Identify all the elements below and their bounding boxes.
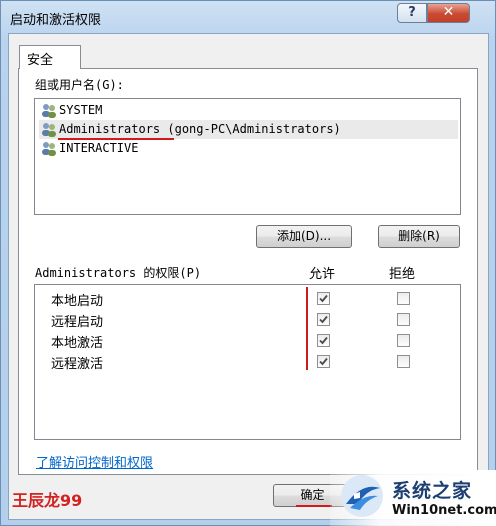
list-item-interactive[interactable]: INTERACTIVE: [39, 139, 458, 158]
access-control-help-link[interactable]: 了解访问控制和权限: [36, 452, 153, 471]
window-title: 启动和激活权限: [10, 13, 102, 28]
allow-checkbox[interactable]: [317, 313, 330, 326]
annotation-underline: [58, 138, 174, 140]
title-bar[interactable]: 启动和激活权限 ? ✕: [1, 1, 495, 35]
check-icon: [319, 294, 328, 303]
permission-name: 本地激活: [51, 336, 104, 351]
tab-security[interactable]: 安全: [19, 45, 81, 69]
help-icon: ?: [408, 5, 416, 20]
permission-row: 本地激活: [35, 330, 460, 351]
check-icon: [319, 357, 328, 366]
deny-header: 拒绝: [389, 267, 416, 282]
deny-checkbox[interactable]: [397, 355, 410, 368]
users-icon: [42, 123, 56, 137]
allow-checkbox[interactable]: [317, 355, 330, 368]
permission-row: 远程激活: [35, 351, 460, 372]
permissions-table: 本地启动 远程启动 本地激活 远程激活: [34, 284, 461, 440]
close-icon: ✕: [442, 4, 455, 20]
remove-button[interactable]: 删除(R): [378, 225, 460, 248]
permissions-title: Administrators 的权限(P): [35, 266, 202, 280]
help-button[interactable]: ?: [397, 3, 427, 23]
allow-checkbox[interactable]: [317, 334, 330, 347]
users-icon: [42, 142, 56, 156]
list-item-administrators[interactable]: Administrators (gong-PC\Administrators): [39, 120, 458, 139]
list-item-system[interactable]: SYSTEM: [39, 101, 458, 120]
author-watermark: 王辰龙99: [12, 491, 83, 510]
groups-label: 组或用户名(G):: [35, 78, 124, 92]
permission-name: 本地启动: [51, 294, 104, 309]
annotation-vertical-line: [306, 287, 308, 370]
permission-row: 远程启动: [35, 309, 460, 330]
brand-name: 系统之家: [392, 480, 473, 502]
ok-annotation-underline: [296, 505, 332, 507]
close-button[interactable]: ✕: [427, 3, 470, 23]
allow-header: 允许: [309, 267, 336, 282]
check-icon: [319, 315, 328, 324]
permission-name: 远程启动: [51, 315, 104, 330]
list-item-detail: (gong-PC\Administrators): [160, 122, 341, 136]
deny-checkbox[interactable]: [397, 334, 410, 347]
add-button[interactable]: 添加(D)...: [256, 225, 352, 248]
allow-checkbox[interactable]: [317, 292, 330, 305]
list-item-name: INTERACTIVE: [59, 141, 139, 155]
list-item-name: Administrators: [59, 122, 161, 136]
deny-checkbox[interactable]: [397, 313, 410, 326]
site-watermark: 系统之家 Win10net.com: [330, 470, 496, 526]
groups-listbox[interactable]: SYSTEM Administrators (gong-PC\Administr…: [34, 98, 461, 215]
users-icon: [42, 104, 56, 118]
check-icon: [319, 336, 328, 345]
permission-row: 本地启动: [35, 288, 460, 309]
brand-url: Win10net.com: [392, 503, 496, 518]
list-item-name: SYSTEM: [59, 103, 103, 117]
permission-name: 远程激活: [51, 357, 104, 372]
windows-logo-icon: [341, 475, 383, 517]
deny-checkbox[interactable]: [397, 292, 410, 305]
